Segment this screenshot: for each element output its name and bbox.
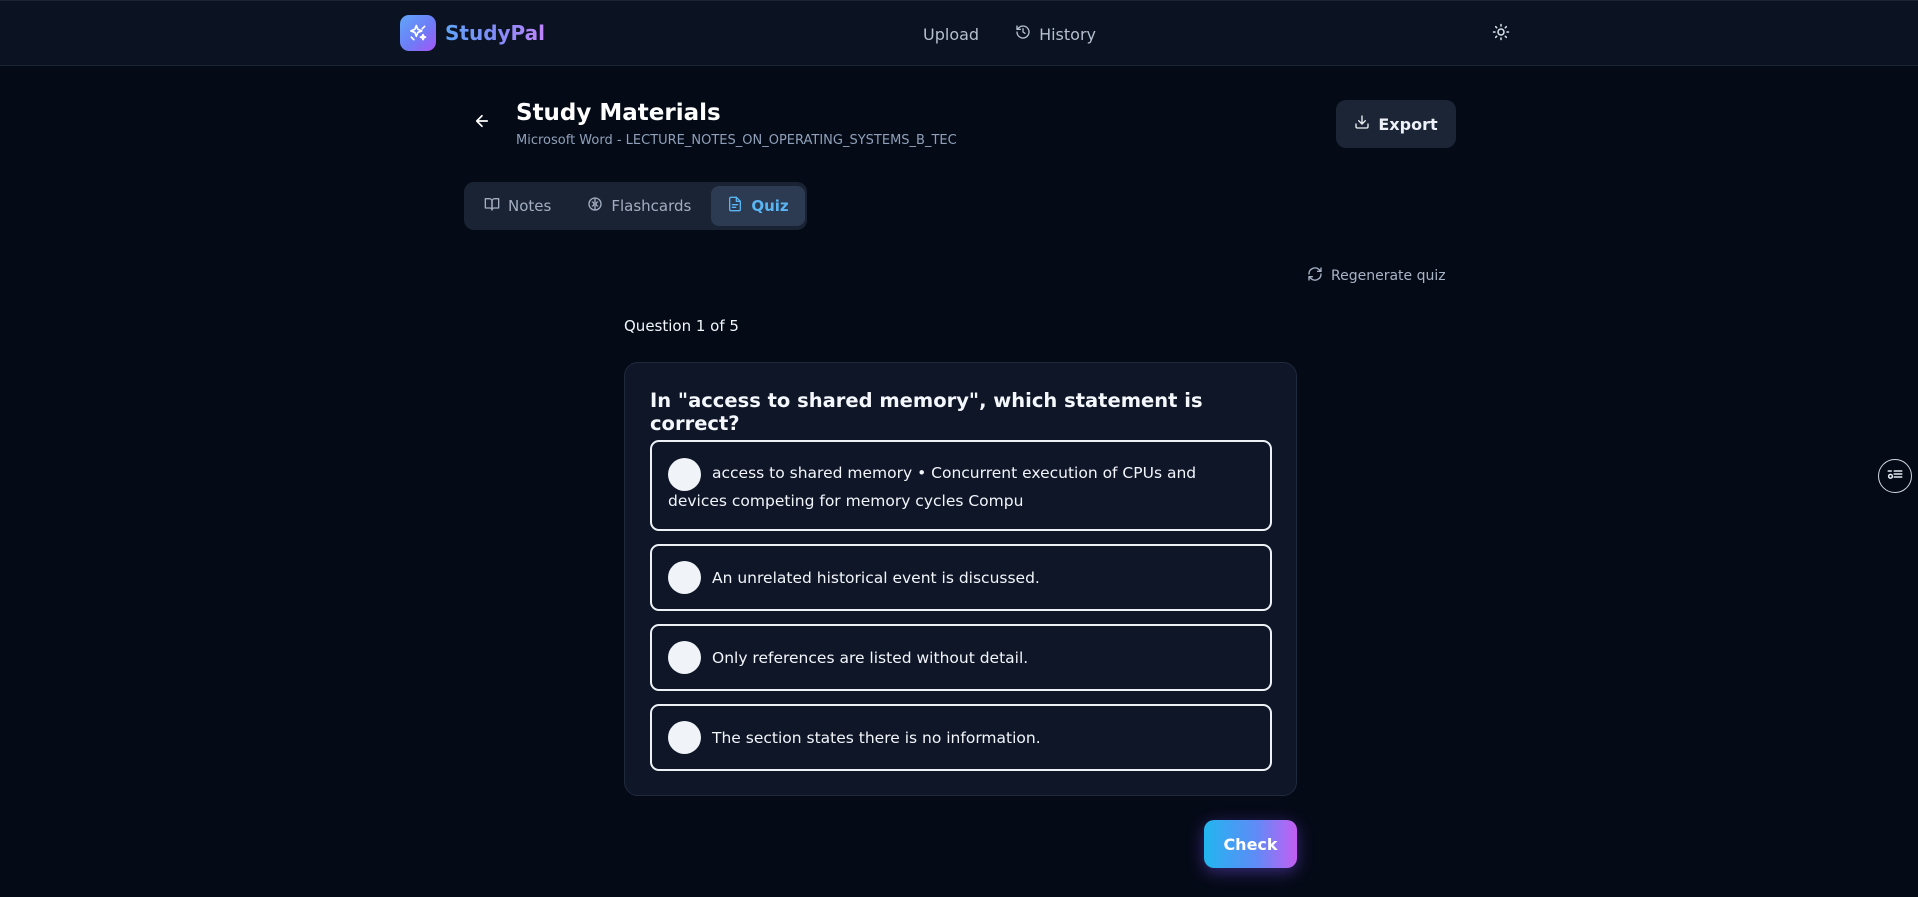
option-text: Only references are listed without detai… <box>712 649 1029 667</box>
answer-option-4[interactable]: The section states there is no informati… <box>650 704 1272 771</box>
tab-quiz[interactable]: Quiz <box>711 186 805 226</box>
option-radio[interactable] <box>668 561 701 594</box>
check-answer-button[interactable]: Check <box>1204 820 1297 868</box>
tab-notes[interactable]: Notes <box>468 186 567 226</box>
answer-option-1[interactable]: access to shared memory • Concurrent exe… <box>650 440 1272 531</box>
nav-upload-link[interactable]: Upload <box>923 25 979 44</box>
back-button[interactable] <box>470 111 494 135</box>
option-radio[interactable] <box>668 721 701 754</box>
regenerate-quiz-label: Regenerate quiz <box>1331 268 1446 284</box>
export-label: Export <box>1378 114 1438 134</box>
option-text: The section states there is no informati… <box>712 729 1041 747</box>
toggle-list-icon <box>1886 465 1904 487</box>
question-text: In "access to shared memory", which stat… <box>650 389 1203 435</box>
arrow-left-icon <box>473 112 491 134</box>
nav-links: Upload History <box>923 24 1096 44</box>
quiz-card: In "access to shared memory", which stat… <box>624 362 1297 796</box>
question-counter: Question 1 of 5 <box>624 317 739 335</box>
study-tabs: Notes Flashcards Quiz <box>464 182 807 230</box>
top-navbar: StudyPal Upload History <box>0 0 1918 66</box>
option-text: An unrelated historical event is discuss… <box>712 569 1040 587</box>
nav-upload-label: Upload <box>923 24 980 44</box>
tab-flashcards[interactable]: Flashcards <box>571 186 707 226</box>
theme-toggle-button[interactable] <box>1490 23 1512 45</box>
brain-icon <box>587 196 603 216</box>
export-button[interactable]: Export <box>1336 100 1456 148</box>
nav-history-label: History <box>1039 24 1096 44</box>
tab-notes-label: Notes <box>508 197 552 215</box>
brand-name: StudyPal <box>445 21 546 45</box>
regenerate-quiz-button[interactable]: Regenerate quiz <box>1307 266 1446 286</box>
answer-option-2[interactable]: An unrelated historical event is discuss… <box>650 544 1272 611</box>
sparkles-icon <box>400 15 436 51</box>
floating-widget-button[interactable] <box>1878 459 1912 493</box>
book-icon <box>484 196 500 216</box>
tab-quiz-label: Quiz <box>751 197 789 215</box>
download-icon <box>1354 114 1370 134</box>
brand[interactable]: StudyPal <box>400 15 545 51</box>
option-radio[interactable] <box>668 641 701 674</box>
nav-history-link[interactable]: History <box>1015 24 1096 44</box>
file-text-icon <box>727 196 743 216</box>
page-subtitle: Microsoft Word - LECTURE_NOTES_ON_OPERAT… <box>516 133 957 148</box>
page-title: Study Materials <box>516 100 721 126</box>
history-icon <box>1015 24 1031 44</box>
answer-option-3[interactable]: Only references are listed without detai… <box>650 624 1272 691</box>
refresh-icon <box>1307 266 1323 286</box>
tab-flashcards-label: Flashcards <box>611 197 692 215</box>
option-text: access to shared memory • Concurrent exe… <box>668 464 1197 510</box>
sun-icon <box>1492 23 1510 45</box>
